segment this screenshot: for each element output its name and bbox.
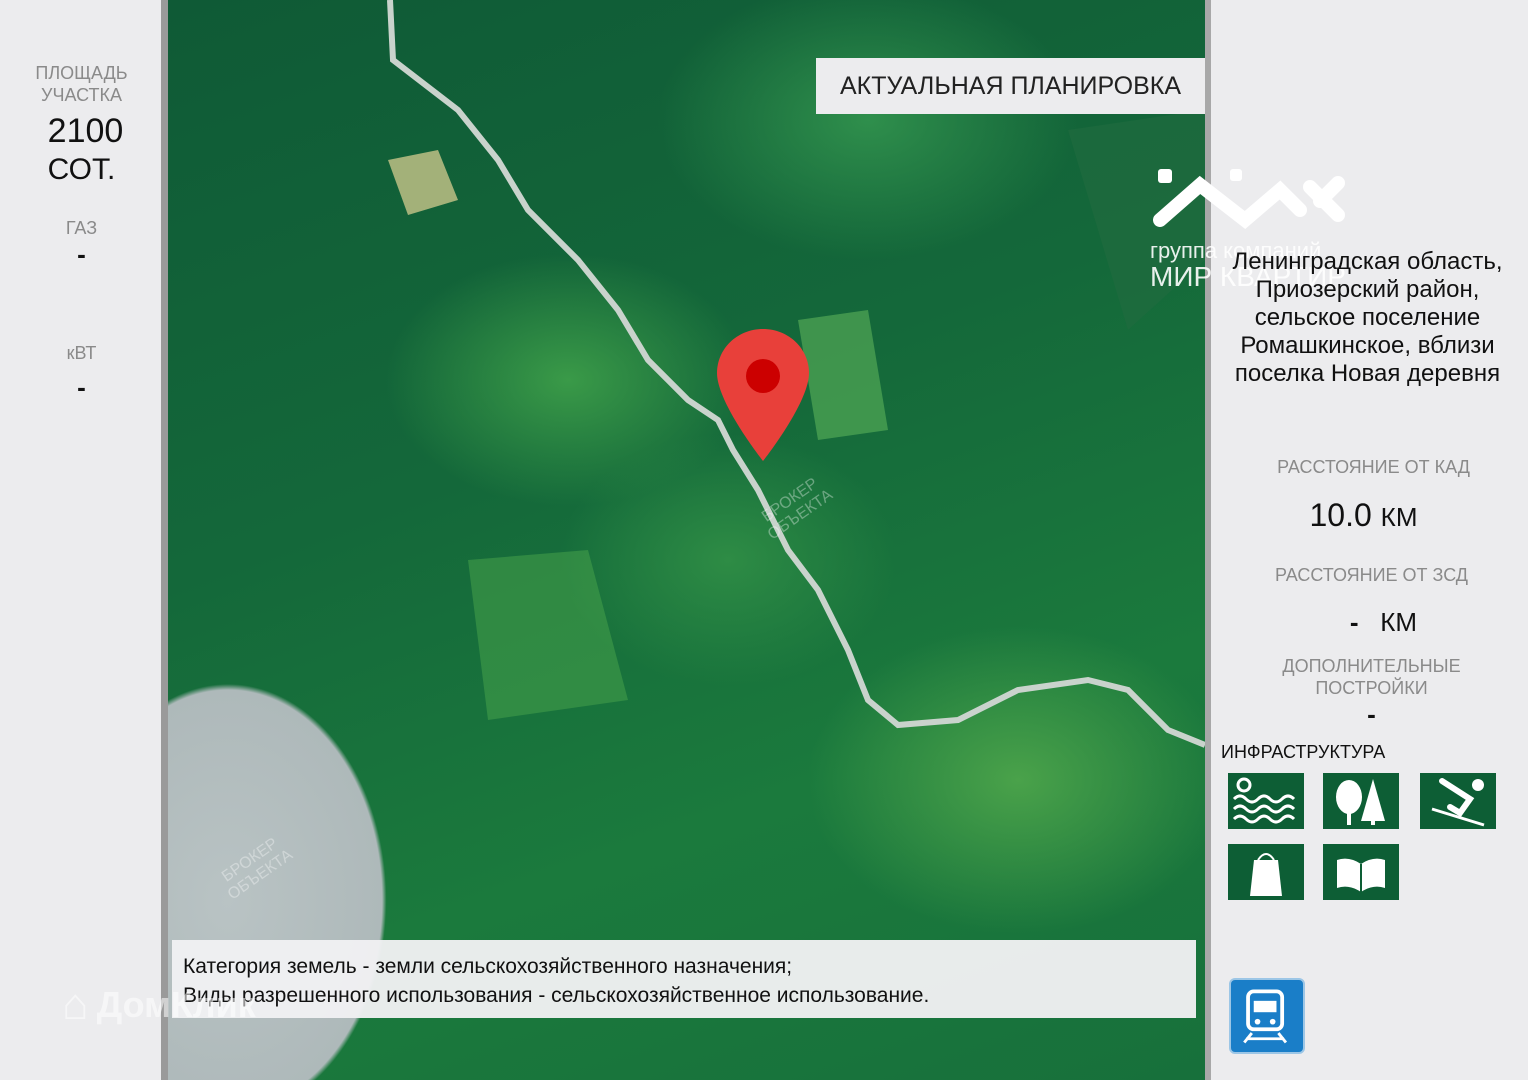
map-title: АКТУАЛЬНАЯ ПЛАНИРОВКА — [816, 58, 1205, 114]
address-line: Приозерский район, — [1255, 276, 1480, 303]
zsd-distance: - КМ — [1211, 607, 1528, 637]
area-label-line1: ПЛОЩАДЬ — [35, 63, 128, 83]
water-icon — [1228, 773, 1304, 829]
area-unit: СОТ. — [47, 153, 116, 186]
land-category: Категория земель - земли сельскохозяйств… — [183, 955, 793, 978]
address-line: поселка Новая деревня — [1234, 360, 1501, 387]
power-value: - — [77, 372, 86, 402]
shopping-icon — [1228, 844, 1304, 900]
address-line: Ленинградская область, — [1232, 248, 1503, 275]
extra-buildings-value: - — [1367, 699, 1376, 729]
kad-distance-unit: КМ — [1380, 502, 1418, 532]
field — [468, 550, 628, 720]
domclick-text: ДомКлик — [96, 984, 256, 1025]
address-line: Ромашкинское, вблизи — [1240, 332, 1495, 359]
house-icon: ⌂ — [62, 980, 89, 1029]
extra-buildings-label: ДОПОЛНИТЕЛЬНЫЕ ПОСТРОЙКИ — [1211, 655, 1524, 699]
map-pin-icon[interactable] — [713, 325, 813, 465]
area-label: ПЛОЩАДЬ УЧАСТКА — [0, 62, 163, 106]
school-book-icon — [1323, 844, 1399, 900]
forest-icon — [1323, 773, 1399, 829]
area-label-line2: УЧАСТКА — [41, 85, 122, 105]
domclick-watermark: ⌂ ДомКлик — [62, 980, 256, 1030]
field — [388, 150, 458, 215]
area-value: 2100 — [47, 112, 124, 150]
right-info-panel — [1211, 0, 1528, 1080]
divider — [161, 0, 168, 1080]
road-layer — [387, 0, 1205, 748]
kad-distance: 10.0 КМ — [1211, 497, 1516, 535]
infrastructure-title: ИНФРАСТРУКТУРА — [1221, 742, 1386, 762]
land-category-caption: Категория земель - земли сельскохозяйств… — [172, 940, 1196, 1018]
skiing-icon — [1420, 773, 1496, 829]
zsd-distance-label: РАССТОЯНИЕ ОТ ЗСД — [1274, 565, 1468, 585]
left-info-panel: ПЛОЩАДЬ УЧАСТКА 2100 СОТ. ГАЗ - кВТ - — [0, 0, 163, 1080]
zsd-distance-unit: КМ — [1380, 607, 1418, 637]
power-label: кВТ — [66, 343, 97, 363]
address: Ленинградская область, Приозерский район… — [1215, 248, 1520, 388]
extra-buildings-label-line1: ДОПОЛНИТЕЛЬНЫЕ — [1282, 656, 1461, 676]
zsd-distance-value: - — [1349, 607, 1359, 637]
permitted-use: Виды разрешенного использования - сельск… — [183, 984, 930, 1007]
kad-distance-label: РАССТОЯНИЕ ОТ КАД — [1277, 457, 1470, 477]
train-icon — [1229, 978, 1305, 1054]
gas-label: ГАЗ — [65, 218, 98, 238]
extra-buildings-label-line2: ПОСТРОЙКИ — [1315, 678, 1428, 698]
logo-mark-icon — [1153, 169, 1345, 230]
satellite-map[interactable]: БРОКЕР ОБЪЕКТА БРОКЕР ОБЪЕКТА — [168, 0, 1205, 1080]
gas-value: - — [77, 239, 86, 269]
kad-distance-value: 10.0 — [1309, 497, 1372, 533]
address-line: сельское поселение — [1254, 304, 1481, 331]
